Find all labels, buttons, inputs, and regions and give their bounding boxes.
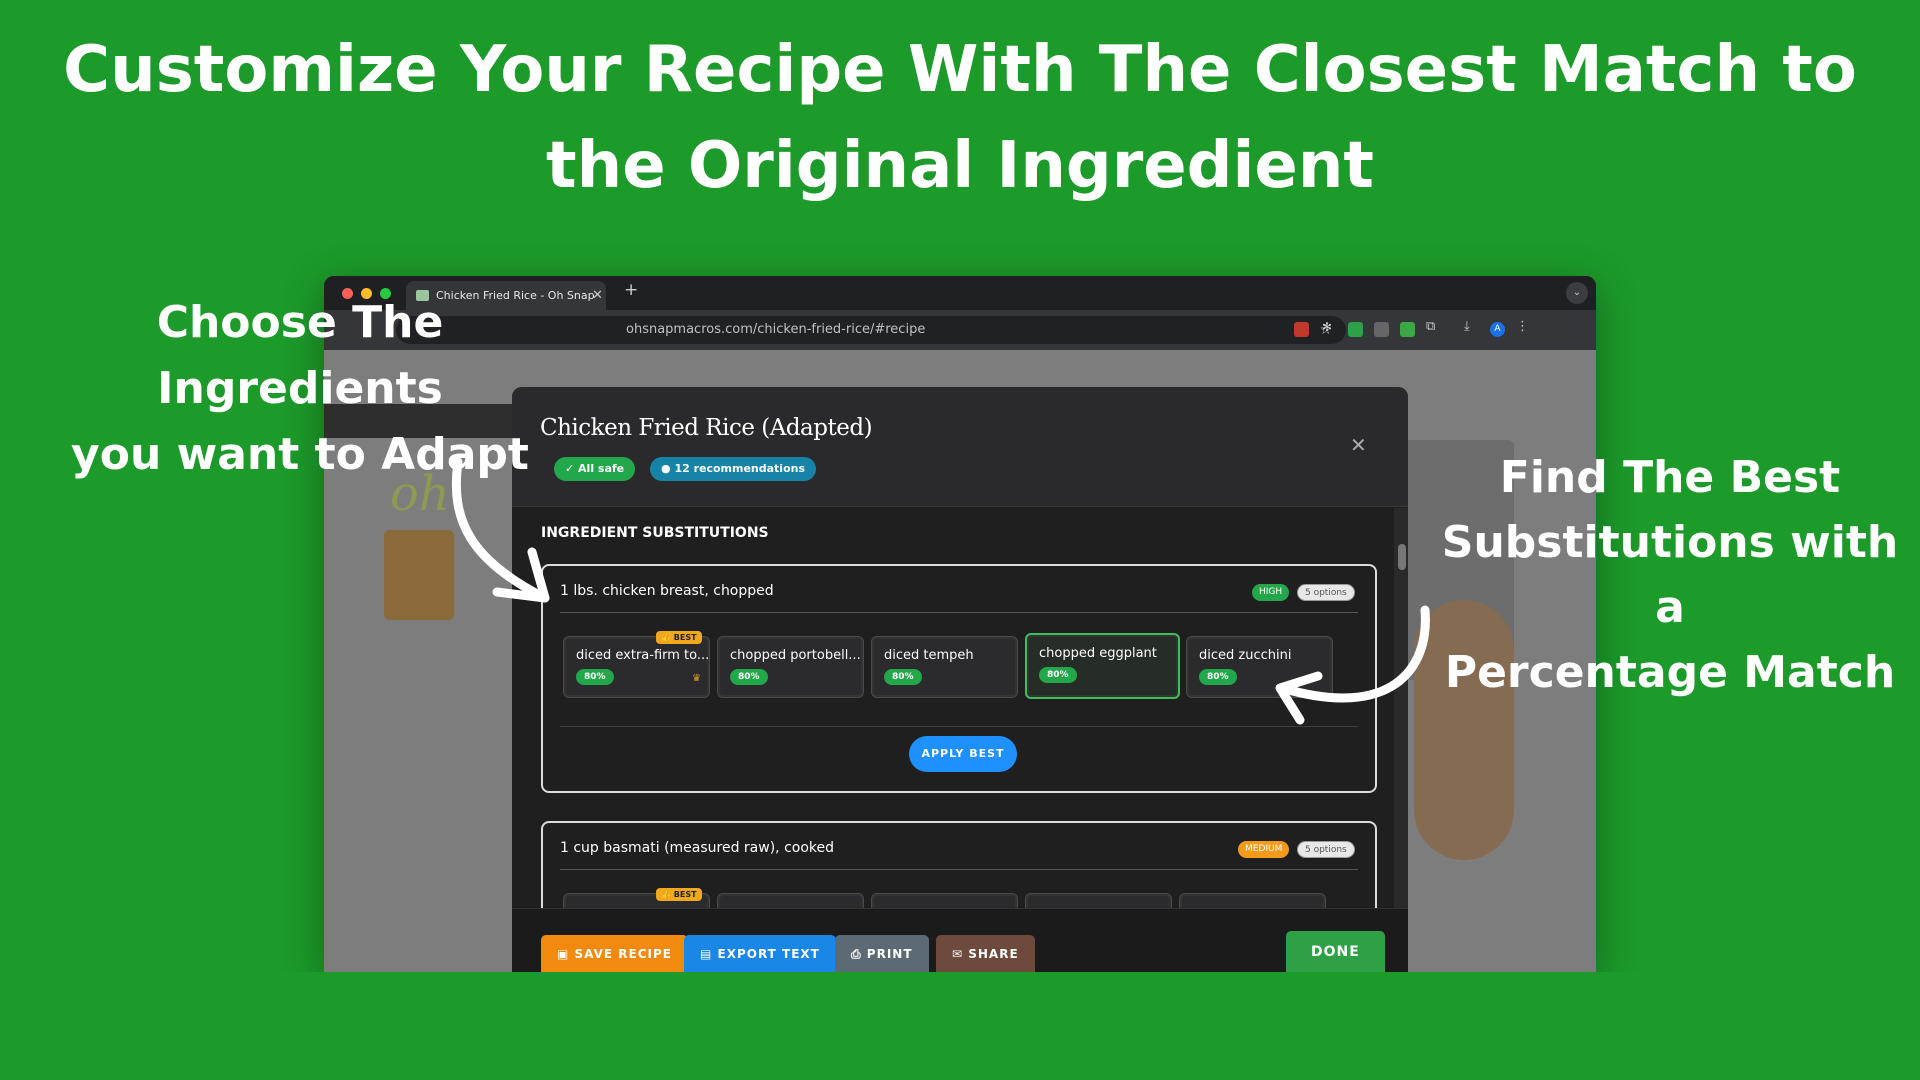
promo-headline: Customize Your Recipe With The Closest M… <box>0 22 1920 214</box>
browser-menu-icon[interactable]: ⋮ <box>1516 319 1531 334</box>
recommendations-pill: ● 12 recommendations <box>650 457 817 481</box>
download-icon[interactable]: ⤓ <box>1464 319 1479 334</box>
recommendations-label: 12 recommendations <box>674 462 806 475</box>
extension-grey-icon[interactable] <box>1374 322 1389 337</box>
export-text-button[interactable]: ▤ EXPORT TEXT <box>684 935 836 972</box>
share-label: SHARE <box>968 947 1019 961</box>
headline-line-1: Customize Your Recipe With The Closest M… <box>63 33 1857 107</box>
best-badge: 👍 BEST <box>656 631 702 644</box>
callout-find-substitutions: Find The Best Substitutions with a Perce… <box>1440 445 1900 705</box>
print-button[interactable]: ⎙ PRINT <box>835 935 929 972</box>
callout-left-line-1: Choose The Ingredients <box>156 297 444 414</box>
envelope-icon: ✉ <box>952 947 969 961</box>
options-count-badge: 5 options <box>1297 841 1355 858</box>
substitution-option[interactable]: 👍 BEST <box>563 888 710 908</box>
option-name: diced extra-firm to... <box>576 648 710 663</box>
modal-close-icon[interactable]: ✕ <box>1350 433 1367 457</box>
print-label: PRINT <box>866 947 913 961</box>
match-percentage: 80% <box>884 669 922 685</box>
extension-gear-icon[interactable]: ✻ <box>1322 320 1337 335</box>
crown-icon: ♛ <box>692 673 701 684</box>
substitution-option[interactable] <box>1179 893 1326 908</box>
ingredient-card-basmati: 1 cup basmati (measured raw), cooked MED… <box>541 821 1377 908</box>
floppy-icon: ▣ <box>557 947 575 961</box>
all-safe-label: All safe <box>578 462 625 475</box>
match-percentage: 80% <box>576 669 614 685</box>
substitution-option[interactable]: diced zucchini 80% <box>1186 636 1333 698</box>
options-count-badge: 5 options <box>1297 584 1355 601</box>
modal-footer: ▣ SAVE RECIPE ▤ EXPORT TEXT ⎙ PRINT ✉ SH… <box>512 908 1408 972</box>
modal-header: Chicken Fried Rice (Adapted) ✕ ✓ All saf… <box>512 387 1408 507</box>
option-name: diced zucchini <box>1199 648 1292 663</box>
substitution-option[interactable]: diced tempeh 80% <box>871 636 1018 698</box>
extensions-puzzle-icon[interactable]: ⧉ <box>1426 319 1441 334</box>
adapted-recipe-modal: Chicken Fried Rice (Adapted) ✕ ✓ All saf… <box>512 387 1408 972</box>
match-percentage: 80% <box>1199 669 1237 685</box>
extension-red-icon[interactable] <box>1294 322 1309 337</box>
extension-check-icon[interactable] <box>1348 322 1363 337</box>
url-text: ohsnapmacros.com/chicken-fried-rice/#rec… <box>626 322 926 337</box>
divider <box>560 612 1358 613</box>
match-percentage: 80% <box>1039 667 1077 683</box>
background-image <box>384 530 454 620</box>
headline-line-2: the Original Ingredient <box>546 129 1374 203</box>
option-name: chopped portobell... <box>730 648 861 663</box>
lightbulb-icon: ● <box>661 462 675 475</box>
option-name: chopped eggplant <box>1039 646 1157 661</box>
done-button[interactable]: DONE <box>1286 931 1385 972</box>
match-percentage: 80% <box>730 669 768 685</box>
callout-right-line-1: Find The Best <box>1499 452 1841 503</box>
section-title: INGREDIENT SUBSTITUTIONS <box>541 525 769 541</box>
ingredient-card-chicken: 1 lbs. chicken breast, chopped HIGH 5 op… <box>541 564 1377 793</box>
callout-left-line-2: you want to Adapt <box>71 429 529 480</box>
export-label: EXPORT TEXT <box>717 947 820 961</box>
substitution-option[interactable] <box>1025 893 1172 908</box>
modal-body[interactable]: INGREDIENT SUBSTITUTIONS 1 lbs. chicken … <box>512 508 1408 908</box>
bottom-background <box>0 972 1920 1080</box>
save-recipe-button[interactable]: ▣ SAVE RECIPE <box>541 935 688 972</box>
ingredient-name: 1 cup basmati (measured raw), cooked <box>560 840 835 856</box>
substitution-option[interactable]: chopped portobell... 80% <box>717 636 864 698</box>
confidence-badge-high: HIGH <box>1252 584 1290 601</box>
scrollbar-thumb[interactable] <box>1398 544 1406 570</box>
divider <box>560 869 1358 870</box>
save-label: SAVE RECIPE <box>574 947 672 961</box>
callout-right-line-3: Percentage Match <box>1444 647 1896 698</box>
document-icon: ▤ <box>700 947 718 961</box>
new-tab-icon[interactable]: + <box>624 280 638 300</box>
divider <box>560 726 1358 727</box>
profile-avatar[interactable]: A <box>1490 322 1505 337</box>
callout-choose-ingredients: Choose The Ingredients you want to Adapt <box>20 290 580 488</box>
extension-green-icon[interactable] <box>1400 322 1415 337</box>
substitution-option[interactable]: 👍 BEST diced extra-firm to... 80% ♛ <box>563 631 710 698</box>
modal-title: Chicken Fried Rice (Adapted) <box>540 415 873 441</box>
ingredient-name: 1 lbs. chicken breast, chopped <box>560 583 774 599</box>
tab-search-chevron-icon[interactable]: ⌄ <box>1566 282 1588 304</box>
confidence-badge-medium: MEDIUM <box>1238 841 1290 858</box>
apply-best-button[interactable]: APPLY BEST <box>909 736 1017 772</box>
callout-right-line-2: Substitutions with a <box>1441 517 1899 633</box>
substitution-option[interactable] <box>871 893 1018 908</box>
best-badge: 👍 BEST <box>656 888 702 901</box>
modal-scrollbar[interactable] <box>1394 508 1408 908</box>
substitution-option-selected[interactable]: chopped eggplant 80% <box>1025 633 1180 699</box>
substitution-option[interactable] <box>717 893 864 908</box>
tab-close-icon[interactable]: ✕ <box>592 281 603 310</box>
share-button[interactable]: ✉ SHARE <box>936 935 1035 972</box>
option-name: diced tempeh <box>884 648 974 663</box>
printer-icon: ⎙ <box>851 947 867 961</box>
